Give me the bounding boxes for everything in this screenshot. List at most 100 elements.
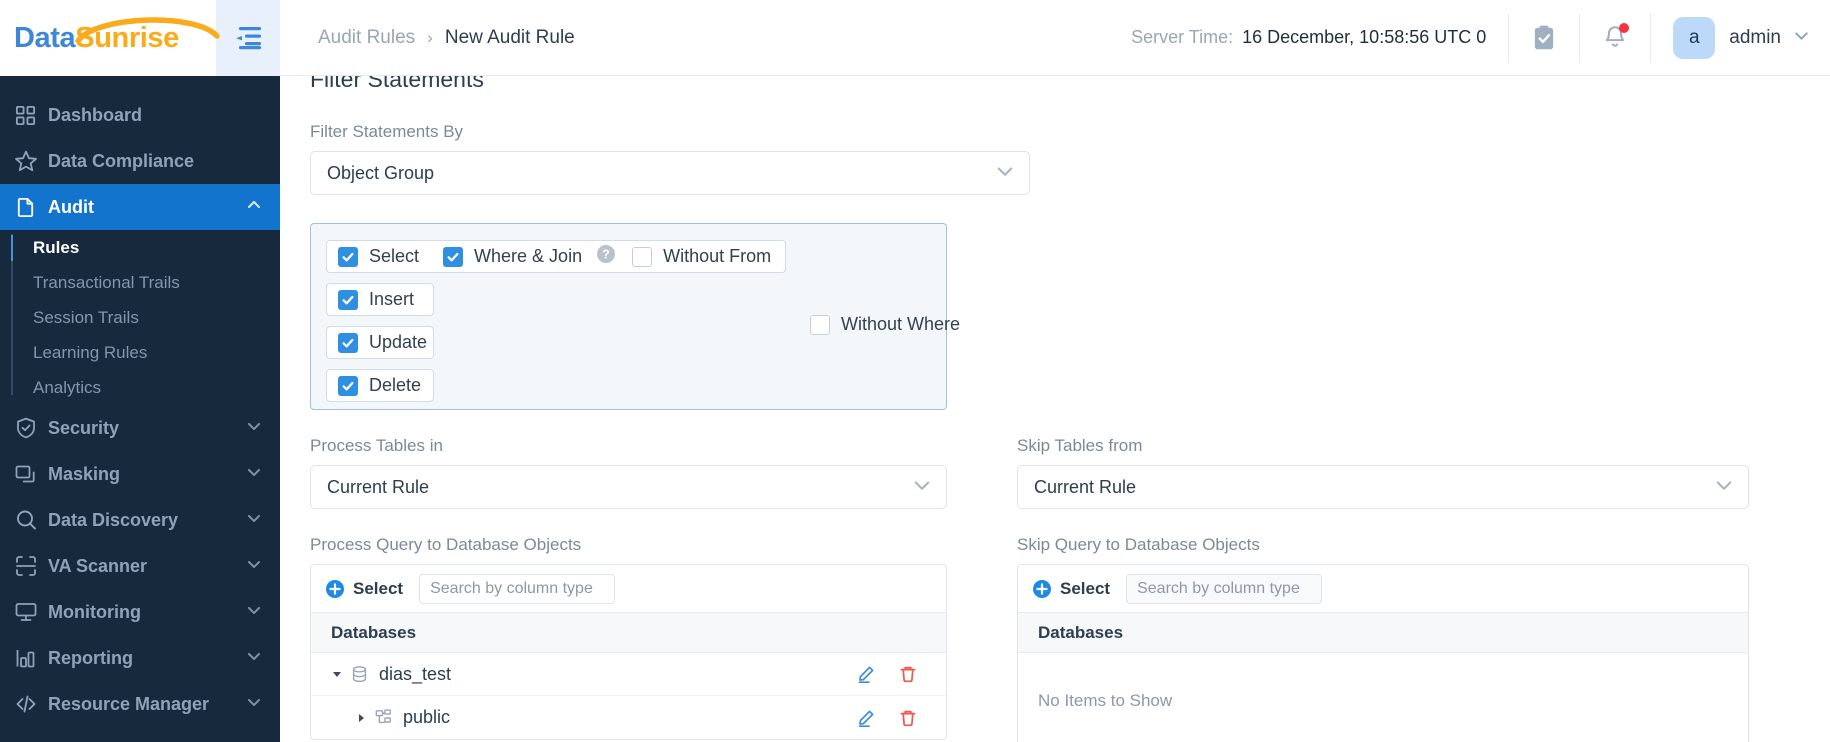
- header-divider: [1650, 12, 1652, 63]
- process-objects-select-label: Select: [353, 578, 404, 598]
- statement-row-select: Select Where & Join ? Without From: [326, 240, 787, 273]
- process-objects-card: Select Databases: [310, 564, 947, 740]
- skip-objects-empty-message: No Items to Show: [1038, 691, 1173, 710]
- sidebar-item-analytics[interactable]: Analytics: [0, 370, 280, 405]
- statement-row-update: Update: [326, 326, 776, 359]
- scan-icon: [14, 554, 48, 578]
- table-row[interactable]: dias_test: [311, 653, 946, 696]
- sidebar-item-rules[interactable]: Rules: [0, 230, 280, 265]
- skip-tables-select[interactable]: Current Rule: [1017, 465, 1749, 509]
- insert-checkbox[interactable]: [338, 289, 358, 310]
- chevron-down-icon: [246, 648, 262, 669]
- table-row[interactable]: public: [311, 696, 946, 739]
- where-join-label: Where & Join: [474, 246, 583, 266]
- skip-objects-group: Skip Query to Database Objects Select Se…: [1017, 535, 1749, 742]
- content-scroll-area[interactable]: Filter Statements Filter Statements By O…: [280, 76, 1830, 742]
- document-icon: [14, 196, 48, 219]
- sidebar-item-masking[interactable]: Masking: [0, 451, 280, 497]
- select-checkbox[interactable]: [338, 246, 358, 267]
- sidebar-item-label: Reporting: [48, 647, 133, 668]
- notifications-button[interactable]: [1602, 22, 1630, 52]
- filter-statements-by-value: Object Group: [327, 162, 435, 183]
- tasks-button[interactable]: [1531, 24, 1557, 52]
- tree-expand-toggle[interactable]: [325, 668, 349, 680]
- delete-checkbox[interactable]: [338, 375, 358, 396]
- sidebar-item-audit[interactable]: Audit: [0, 184, 280, 230]
- sidebar-item-session-trails[interactable]: Session Trails: [0, 300, 280, 335]
- main-area: Audit Rules › New Audit Rule Server Time…: [280, 0, 1830, 742]
- process-objects-search-input[interactable]: [419, 573, 616, 604]
- without-where-checkbox[interactable]: [810, 314, 830, 335]
- delete-statement-chip[interactable]: Delete: [326, 369, 434, 402]
- sidebar-item-learning-rules[interactable]: Learning Rules: [0, 335, 280, 370]
- checkmark-icon: [342, 338, 354, 347]
- page-title: Filter Statements: [310, 76, 484, 92]
- without-where-option[interactable]: Without Where: [810, 314, 960, 335]
- process-tables-group: Process Tables in Current Rule: [310, 436, 947, 509]
- sidebar-item-reporting[interactable]: Reporting: [0, 635, 280, 681]
- breadcrumb-parent[interactable]: Audit Rules: [318, 27, 415, 49]
- delete-label: Delete: [369, 375, 422, 395]
- layers-icon: [14, 462, 48, 486]
- process-objects-group: Process Query to Database Objects Select…: [310, 535, 947, 742]
- sidebar-item-label: Resource Manager: [48, 693, 210, 714]
- server-time-value: 16 December, 10:58:56 UTC 0: [1242, 27, 1487, 47]
- sidebar-collapse-button[interactable]: [216, 0, 280, 76]
- shield-check-icon: [14, 416, 48, 440]
- sidebar-subitem-label: Transactional Trails: [33, 272, 180, 292]
- process-objects-select-button[interactable]: Select: [325, 579, 403, 599]
- chevron-down-icon: [246, 556, 262, 577]
- edit-icon[interactable]: [856, 664, 876, 684]
- sidebar-item-data-compliance[interactable]: Data Compliance: [0, 138, 280, 184]
- top-header: Audit Rules › New Audit Rule Server Time…: [280, 0, 1830, 76]
- insert-statement-chip[interactable]: Insert: [326, 283, 434, 316]
- avatar: a: [1673, 16, 1716, 59]
- schema-icon: [373, 707, 403, 728]
- help-icon[interactable]: ?: [596, 244, 616, 269]
- sidebar-item-resource-manager[interactable]: Resource Manager: [0, 681, 280, 727]
- sidebar-item-security[interactable]: Security: [0, 405, 280, 451]
- logo[interactable]: DataSunrise: [0, 0, 220, 76]
- sidebar-item-label: Monitoring: [48, 601, 141, 622]
- table-row-name: public: [403, 707, 451, 727]
- breadcrumb: Audit Rules › New Audit Rule: [280, 27, 575, 49]
- skip-objects-search-input[interactable]: [1126, 573, 1323, 604]
- sidebar-item-monitoring[interactable]: Monitoring: [0, 589, 280, 635]
- process-tables-label: Process Tables in: [310, 436, 443, 455]
- delete-icon[interactable]: [898, 708, 918, 728]
- skip-tables-group: Skip Tables from Current Rule: [1017, 436, 1749, 509]
- delete-icon[interactable]: [898, 664, 918, 684]
- row-actions: [856, 664, 932, 684]
- select-statement-chip[interactable]: Select Where & Join ? Without From: [326, 240, 787, 273]
- sidebar-subitem-label: Analytics: [33, 377, 102, 397]
- caret-down-icon: [333, 672, 341, 677]
- update-checkbox[interactable]: [338, 332, 358, 353]
- skip-objects-select-button[interactable]: Select: [1032, 579, 1110, 599]
- sidebar-item-data-discovery[interactable]: Data Discovery: [0, 497, 280, 543]
- tree-expand-toggle[interactable]: [349, 712, 373, 724]
- user-name: admin: [1729, 26, 1781, 48]
- filter-statements-by-select[interactable]: Object Group: [310, 151, 1030, 195]
- audit-subnav: Rules Transactional Trails Session Trail…: [0, 230, 280, 405]
- checkmark-icon: [342, 295, 354, 304]
- without-from-checkbox[interactable]: [632, 246, 653, 267]
- chevron-down-icon: [912, 475, 932, 500]
- monitor-icon: [14, 600, 48, 624]
- sidebar-item-dashboard[interactable]: Dashboard: [0, 92, 280, 138]
- table-row-name: dias_test: [379, 663, 452, 684]
- user-menu[interactable]: a admin: [1673, 16, 1810, 59]
- update-label: Update: [369, 332, 428, 352]
- breadcrumb-separator-icon: ›: [427, 27, 433, 47]
- edit-icon[interactable]: [856, 708, 876, 728]
- chevron-down-icon: [1714, 475, 1734, 500]
- sidebar-subitem-label: Session Trails: [33, 307, 139, 327]
- sidebar-subitem-label: Learning Rules: [33, 342, 148, 362]
- without-from-label: Without From: [663, 246, 772, 266]
- select-label: Select: [369, 246, 420, 266]
- sidebar-item-transactional-trails[interactable]: Transactional Trails: [0, 265, 280, 300]
- process-tables-select[interactable]: Current Rule: [310, 465, 947, 509]
- sidebar-item-va-scanner[interactable]: VA Scanner: [0, 543, 280, 589]
- where-join-checkbox[interactable]: [443, 246, 464, 267]
- without-where-label: Without Where: [841, 314, 961, 334]
- update-statement-chip[interactable]: Update: [326, 326, 434, 359]
